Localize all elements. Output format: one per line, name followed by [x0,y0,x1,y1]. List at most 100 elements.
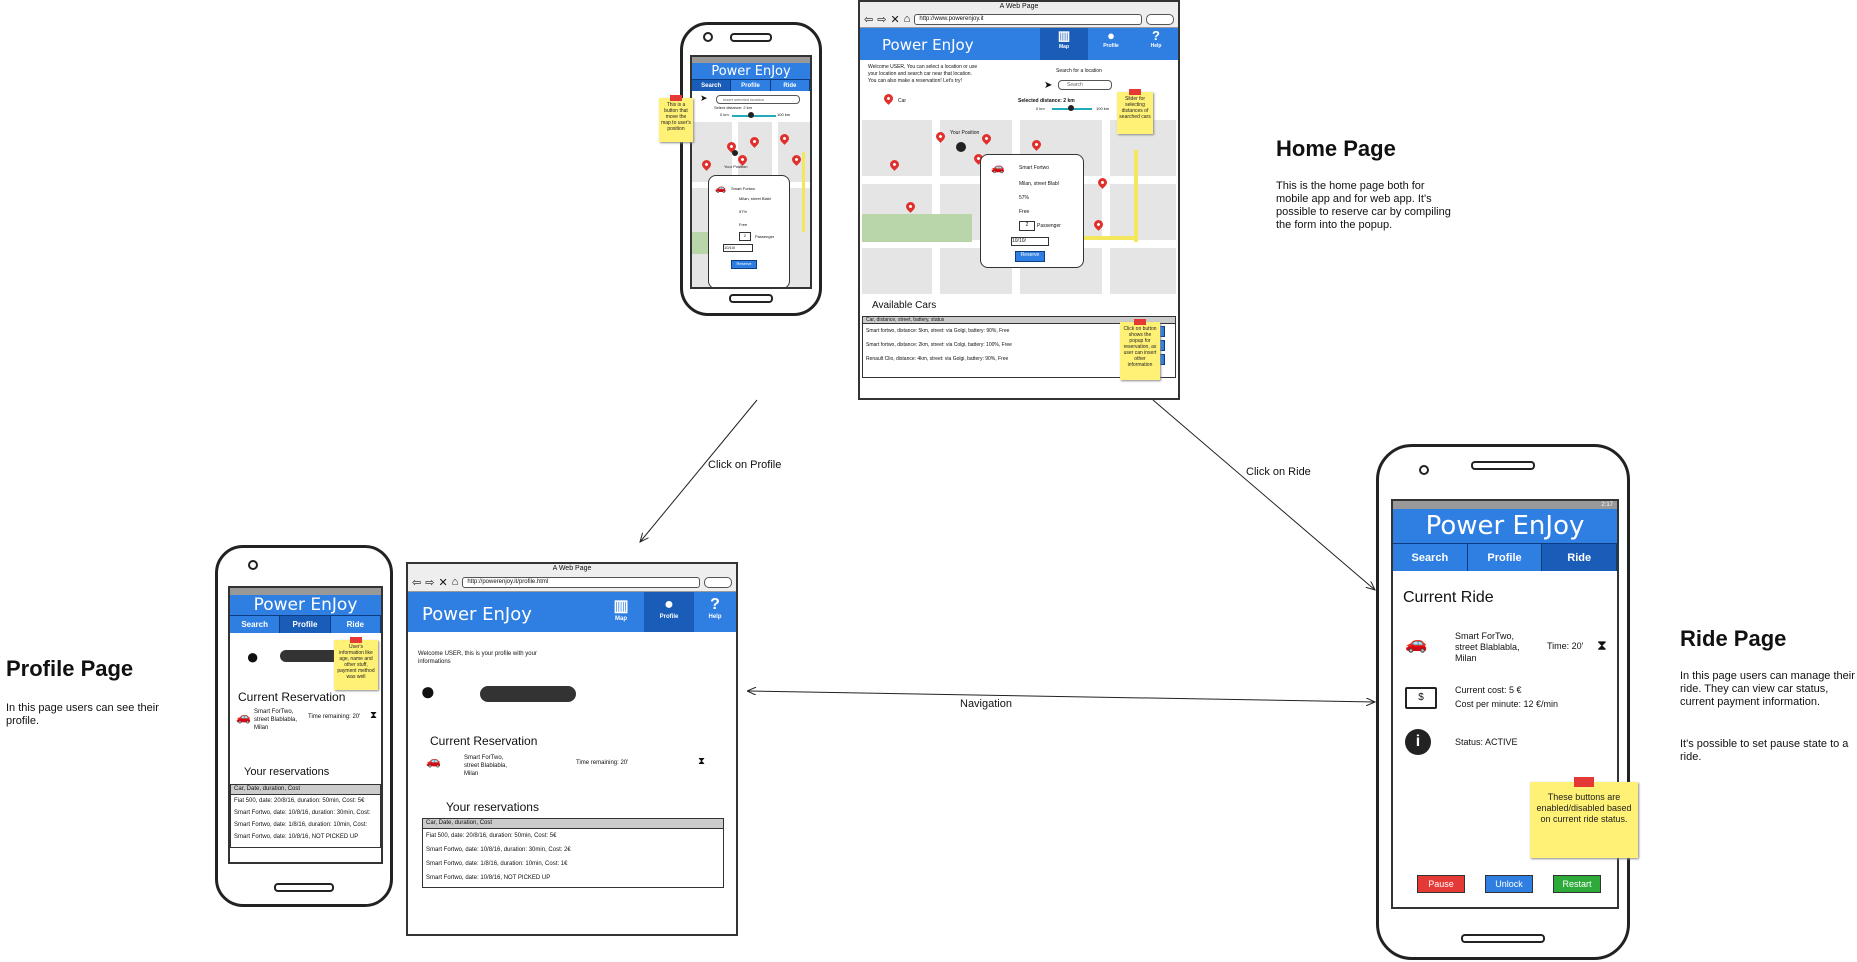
mobile-tabs[interactable]: Search Profile Ride [692,79,810,91]
back-icon[interactable]: ⇦ [864,13,873,26]
hourglass-icon: ⧗ [698,756,706,767]
popup-passenger-count[interactable]: 2 [1019,221,1035,231]
map-icon: ▥ [613,598,629,615]
nav-profile[interactable]: ● Profile [644,592,694,632]
reservations-title: Your reservations [244,766,330,778]
unlock-button[interactable]: Unlock [1485,875,1533,893]
location-input[interactable]: Insert selected location [716,95,800,104]
table-row: Smart Fortwo, date: 10/8/16, duration: 3… [423,843,723,857]
car-pin-icon[interactable] [700,158,713,171]
note-pin [670,95,682,101]
tab-search[interactable]: Search [230,615,281,633]
nav-help[interactable]: ? Help [694,592,736,632]
car-pin-icon[interactable] [904,200,917,213]
close-icon[interactable]: ✕ [890,13,899,26]
arrow-label-ride: Click on Ride [1246,466,1311,478]
restart-button[interactable]: Restart [1553,875,1601,893]
table-row: Smart Fortwo, date: 1/8/16, duration: 10… [231,819,380,831]
nav-profile[interactable]: ● Profile [1088,28,1134,60]
home-welcome: Welcome USER, You can select a location … [868,64,978,84]
car-pin-icon[interactable] [1030,138,1043,151]
home-mobile-screen: Power EnJoy Search Profile Ride ➤ Insert… [690,55,812,289]
car-pin-icon[interactable] [980,132,993,145]
popup-reserve-button[interactable]: Reserve [1015,251,1045,262]
popup-date[interactable]: 10/10/ [1011,237,1049,246]
location-search-input[interactable]: Search [1058,80,1112,90]
scribble-username [480,686,576,702]
home-icon[interactable]: ⌂ [904,13,911,25]
tab-profile[interactable]: Profile [731,79,771,91]
your-position-label: Your Position [724,164,748,169]
profile-mobile-phone: Power EnJoy Search Profile Ride ● Curren… [215,545,393,907]
tab-profile[interactable]: Profile [1467,543,1543,571]
table-row: Fiat 500, date: 20/8/16, duration: 50min… [231,795,380,807]
nav-map-label: Map [615,616,627,622]
close-icon[interactable]: ✕ [438,576,447,589]
nav-help[interactable]: ? Help [1134,28,1178,60]
site-title: Power EnJoy [422,604,532,625]
popup-reserve-button[interactable]: Reserve [731,260,757,269]
tab-ride[interactable]: Ride [330,615,381,633]
status-bar: 2:17 [1393,501,1617,509]
browser-search-field[interactable] [1146,13,1174,25]
ride-page-description: In this page users can manage their ride… [1680,670,1855,708]
slider-handle[interactable] [1068,105,1074,111]
tab-search[interactable]: Search [692,79,732,91]
ride-page-description-pause: It's possible to set pause state to a ri… [1680,738,1849,763]
table-cell: Smart fortwo, distance: 5km, street: via… [866,328,1010,334]
browser-search-field[interactable] [704,576,732,588]
status-bar [230,588,381,595]
distance-slider[interactable] [732,115,776,117]
nav-map[interactable]: ▥ Map [598,592,644,632]
phone-home-button[interactable] [729,294,773,303]
nav-map-label: Map [1059,44,1069,50]
forward-icon[interactable]: ⇨ [877,13,886,26]
ride-cost-per-minute: Cost per minute: 12 €/min [1455,699,1559,709]
note-pin [1134,319,1146,325]
nav-map[interactable]: ▥ Map [1040,28,1088,60]
reservation-popup: 🚗 Smart Fortwo Milan, street Blabl 57% F… [980,154,1084,268]
tab-profile[interactable]: Profile [280,615,331,633]
car-icon: 🚗 [426,754,441,768]
range-min: 0 km [720,112,729,117]
car-icon: 🚗 [1405,633,1428,653]
back-icon[interactable]: ⇦ [412,576,421,589]
phone-speaker [1471,461,1535,470]
nav-help-label: Help [708,614,722,620]
user-icon: ● [1107,28,1115,43]
table-header: Car, Date, duration, Cost [231,785,380,795]
map-icon: ▥ [1057,28,1071,43]
tab-ride[interactable]: Ride [770,79,810,91]
table-cell: Smart Fortwo, date: 10/8/16, duration: 3… [426,847,571,853]
car-pin-icon[interactable] [748,135,761,148]
slider-handle[interactable] [748,112,754,118]
site-title: Power EnJoy [882,36,974,54]
phone-home-button[interactable] [1461,934,1545,943]
mobile-tabs[interactable]: Search Profile Ride [230,615,381,633]
forward-icon[interactable]: ⇨ [425,576,434,589]
note-text: This is a button that move the map to us… [661,102,691,132]
note-text: User's information like age, name and ot… [337,644,375,680]
tab-ride[interactable]: Ride [1542,543,1617,571]
reservation-popup: 🚗 Smart Fortwo Milan, street Blabl 57% F… [708,175,790,287]
home-icon[interactable]: ⌂ [452,576,459,588]
note-pin [350,637,362,643]
table-header: Car, Date, duration, Cost [423,819,723,829]
url-field[interactable]: http://www.powerenjoy.it [914,13,1142,25]
table-row: Smart Fortwo, date: 1/8/16, duration: 10… [423,857,723,871]
car-pin-icon[interactable] [790,153,803,166]
ride-cost: Current cost: 5 € [1455,685,1522,695]
car-pin-icon[interactable] [778,132,791,145]
phone-home-button[interactable] [274,883,334,892]
table-cell: Smart Fortwo, date: 10/8/16, duration: 3… [234,810,371,816]
locate-icon[interactable]: ➤ [700,93,708,104]
tab-search[interactable]: Search [1393,543,1468,571]
pause-button[interactable]: Pause [1417,875,1465,893]
locate-icon[interactable]: ➤ [1044,80,1052,91]
table-cell: Smart Fortwo, date: 1/8/16, duration: 10… [234,822,368,828]
mobile-tabs[interactable]: Search Profile Ride [1393,543,1617,571]
car-pin-icon[interactable] [888,158,901,171]
popup-date[interactable]: 10/10/ [723,244,753,252]
url-field[interactable]: http://powerenjoy.it/profile.html [462,576,700,588]
popup-passenger-count[interactable]: 2 [739,232,751,241]
